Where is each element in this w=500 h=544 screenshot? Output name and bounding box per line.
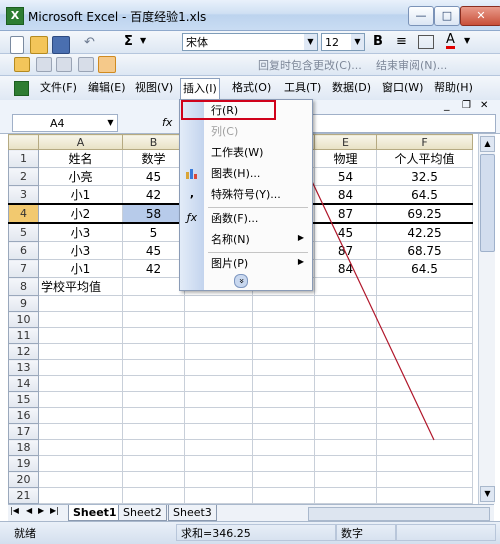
function-icon: ƒx bbox=[186, 211, 198, 224]
submenu-arrow-icon: ▶ bbox=[297, 233, 304, 242]
insert-symbol-label: 特殊符号(Y)... bbox=[211, 188, 281, 201]
insert-symbol-item[interactable]: , 特殊符号(Y)... bbox=[180, 185, 312, 205]
insert-function-label: 函数(F)... bbox=[211, 212, 259, 225]
insert-picture-label: 图片(P) bbox=[211, 257, 249, 270]
insert-column-item[interactable]: 列(C) bbox=[180, 122, 312, 142]
insert-function-item[interactable]: ƒx 函数(F)... bbox=[180, 209, 312, 229]
insert-worksheet-item[interactable]: 工作表(W) bbox=[180, 143, 312, 163]
insert-worksheet-label: 工作表(W) bbox=[211, 146, 264, 159]
menu-separator bbox=[208, 252, 308, 253]
insert-chart-label: 图表(H)... bbox=[211, 167, 261, 180]
highlight-box bbox=[181, 100, 276, 120]
insert-menu-dropdown: 行(R) 列(C) 工作表(W) 图表(H)... , 特殊符号(Y)... ƒ… bbox=[179, 99, 313, 291]
symbol-icon: , bbox=[189, 187, 195, 200]
insert-chart-item[interactable]: 图表(H)... bbox=[180, 164, 312, 184]
insert-picture-item[interactable]: 图片(P) ▶ bbox=[180, 254, 312, 274]
insert-name-item[interactable]: 名称(N) ▶ bbox=[180, 230, 312, 250]
insert-name-label: 名称(N) bbox=[211, 233, 250, 246]
menu-separator bbox=[208, 207, 308, 208]
chart-icon bbox=[186, 169, 197, 179]
expand-menu-icon[interactable]: » bbox=[234, 274, 248, 288]
insert-column-label: 列(C) bbox=[211, 125, 239, 138]
submenu-arrow-icon: ▶ bbox=[297, 257, 304, 266]
